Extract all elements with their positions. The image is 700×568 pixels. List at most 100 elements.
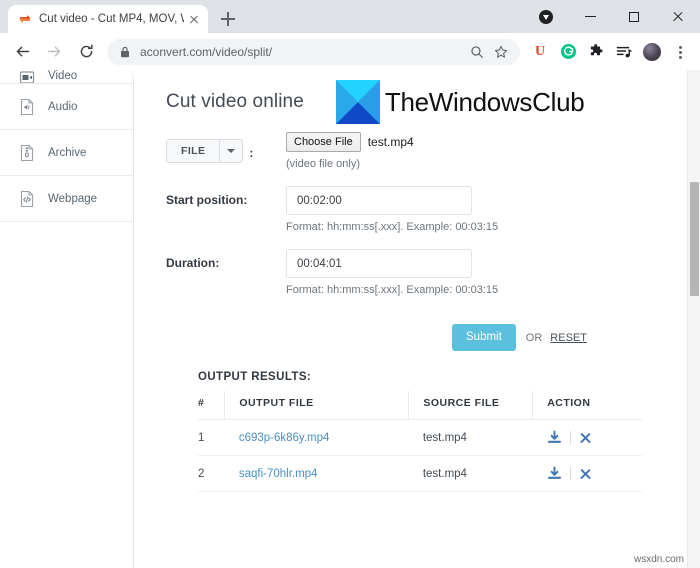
- delete-x-icon[interactable]: [579, 431, 592, 444]
- file-source-row: FILE : Choose File test.mp4 (video file …: [166, 132, 700, 172]
- start-position-field: Format: hh:mm:ss[.xxx]. Example: 00:03:1…: [286, 186, 700, 235]
- source-type-value: FILE: [181, 145, 206, 157]
- output-results-table: # OUTPUT FILE SOURCE FILE ACTION 1 c693p…: [198, 391, 642, 492]
- start-position-hint: Format: hh:mm:ss[.xxx]. Example: 00:03:1…: [286, 221, 499, 233]
- duration-hint: Format: hh:mm:ss[.xxx]. Example: 00:03:1…: [286, 284, 499, 296]
- audio-file-icon: [18, 97, 36, 117]
- browser-window: Cut video - Cut MP4, MOV, WEB: [0, 0, 700, 568]
- page-title: Cut video online: [166, 91, 304, 112]
- grammarly-letter: U: [534, 43, 546, 59]
- window-controls: [524, 0, 700, 33]
- sidebar-item-video[interactable]: Video: [0, 70, 133, 84]
- duration-label: Duration:: [166, 256, 220, 270]
- duration-field: Format: hh:mm:ss[.xxx]. Example: 00:03:1…: [286, 249, 700, 298]
- star-icon[interactable]: [490, 41, 512, 63]
- column-header-action: ACTION: [532, 391, 642, 420]
- file-source-label-group: FILE :: [166, 132, 286, 163]
- action-divider: [569, 467, 571, 480]
- browser-titlebar: Cut video - Cut MP4, MOV, WEB: [0, 0, 700, 33]
- table-row: 2 saqfi-70hlr.mp4 test.mp4: [198, 455, 642, 492]
- sidebar-item-webpage[interactable]: Webpage: [0, 176, 133, 222]
- column-header-source-file: SOURCE FILE: [408, 391, 533, 420]
- sidebar-item-label: Video: [48, 70, 78, 82]
- tab-title: Cut video - Cut MP4, MOV, WEB: [39, 13, 184, 25]
- delete-x-icon[interactable]: [579, 467, 592, 480]
- browser-toolbar: aconvert.com/video/split/ U: [0, 33, 700, 70]
- download-icon[interactable]: [547, 466, 562, 481]
- sidebar-item-label: Webpage: [48, 192, 98, 205]
- minimize-button[interactable]: [568, 0, 612, 33]
- address-bar[interactable]: aconvert.com/video/split/: [107, 38, 520, 65]
- table-row: 1 c693p-6k86y.mp4 test.mp4: [198, 419, 642, 456]
- close-window-button[interactable]: [656, 0, 700, 33]
- new-tab-button[interactable]: [214, 5, 242, 33]
- row-source-file: test.mp4: [408, 455, 533, 492]
- grammarly-extension-icon[interactable]: U: [528, 39, 552, 65]
- submit-button[interactable]: Submit: [452, 324, 516, 351]
- browser-tab[interactable]: Cut video - Cut MP4, MOV, WEB: [8, 5, 208, 33]
- search-icon[interactable]: [466, 41, 488, 63]
- row-number: 2: [198, 455, 225, 492]
- output-results-title: OUTPUT RESULTS:: [198, 371, 312, 383]
- forward-button: [40, 38, 68, 66]
- reload-button[interactable]: [72, 38, 100, 66]
- file-hint: (video file only): [286, 158, 360, 170]
- download-icon[interactable]: [547, 430, 562, 445]
- scrollbar-thumb[interactable]: [690, 182, 699, 296]
- row-actions: [532, 455, 642, 492]
- action-divider: [569, 431, 571, 444]
- archive-file-icon: [18, 143, 36, 163]
- close-icon[interactable]: [186, 11, 202, 27]
- media-list-icon[interactable]: [612, 39, 636, 65]
- chrome-menu-icon[interactable]: [668, 39, 692, 65]
- row-number: 1: [198, 419, 225, 456]
- row-output-file: c693p-6k86y.mp4: [224, 419, 409, 456]
- back-button[interactable]: [8, 38, 36, 66]
- brand-watermark: TheWindowsClub: [335, 80, 585, 124]
- main-content: Cut video online TheWindowsClub FILE: C…: [134, 70, 700, 568]
- image-watermark: wsxdn.com: [633, 554, 684, 565]
- green-circle-extension-icon[interactable]: [556, 39, 580, 65]
- start-position-label: Start position:: [166, 193, 248, 207]
- output-file-link[interactable]: c693p-6k86y.mp4: [239, 432, 330, 444]
- row-output-file: saqfi-70hlr.mp4: [224, 455, 409, 492]
- table-header-row: # OUTPUT FILE SOURCE FILE ACTION: [198, 391, 642, 420]
- submit-row: Submit OR RESET: [166, 324, 700, 351]
- column-header-num: #: [198, 391, 225, 420]
- start-position-input[interactable]: [286, 186, 472, 215]
- page-header: Cut video online TheWindowsClub: [134, 70, 700, 124]
- column-header-output-file: OUTPUT FILE: [224, 391, 409, 420]
- or-label: OR: [525, 331, 543, 344]
- file-picker-field: Choose File test.mp4 (video file only): [286, 132, 700, 172]
- output-file-link[interactable]: saqfi-70hlr.mp4: [239, 468, 318, 480]
- sidebar-item-archive[interactable]: Archive: [0, 130, 133, 176]
- row-source-file: test.mp4: [408, 419, 533, 456]
- thewindowsclub-logo: [335, 80, 380, 124]
- source-type-select[interactable]: FILE: [166, 139, 244, 163]
- colon-separator: :: [249, 145, 254, 160]
- page-scrollbar[interactable]: [687, 70, 700, 568]
- video-file-icon: [18, 70, 36, 83]
- page-viewport: Video Audio Archive Webpage Cut video on…: [0, 70, 700, 568]
- extensions-puzzle-icon[interactable]: [584, 39, 608, 65]
- url-text: aconvert.com/video/split/: [140, 44, 273, 59]
- choose-file-button[interactable]: Choose File: [286, 132, 361, 152]
- start-position-row: Start position: Format: hh:mm:ss[.xxx]. …: [166, 186, 700, 235]
- duration-input[interactable]: [286, 249, 472, 278]
- brand-name: TheWindowsClub: [384, 86, 585, 117]
- cut-video-form: FILE : Choose File test.mp4 (video file …: [134, 124, 700, 492]
- chevron-down-icon: [219, 140, 242, 162]
- row-actions: [532, 419, 642, 456]
- sidebar-item-label: Archive: [48, 146, 87, 159]
- chosen-file-name: test.mp4: [367, 135, 414, 149]
- sidebar: Video Audio Archive Webpage: [0, 70, 134, 568]
- secure-lock-icon: [119, 45, 131, 59]
- reset-link[interactable]: RESET: [550, 332, 587, 344]
- sidebar-item-audio[interactable]: Audio: [0, 84, 133, 130]
- convert-arrows-icon: [18, 12, 32, 26]
- webpage-file-icon: [18, 189, 36, 209]
- duration-row: Duration: Format: hh:mm:ss[.xxx]. Exampl…: [166, 249, 700, 298]
- avatar[interactable]: [640, 39, 664, 65]
- download-indicator-icon[interactable]: [524, 0, 568, 33]
- maximize-button[interactable]: [612, 0, 656, 33]
